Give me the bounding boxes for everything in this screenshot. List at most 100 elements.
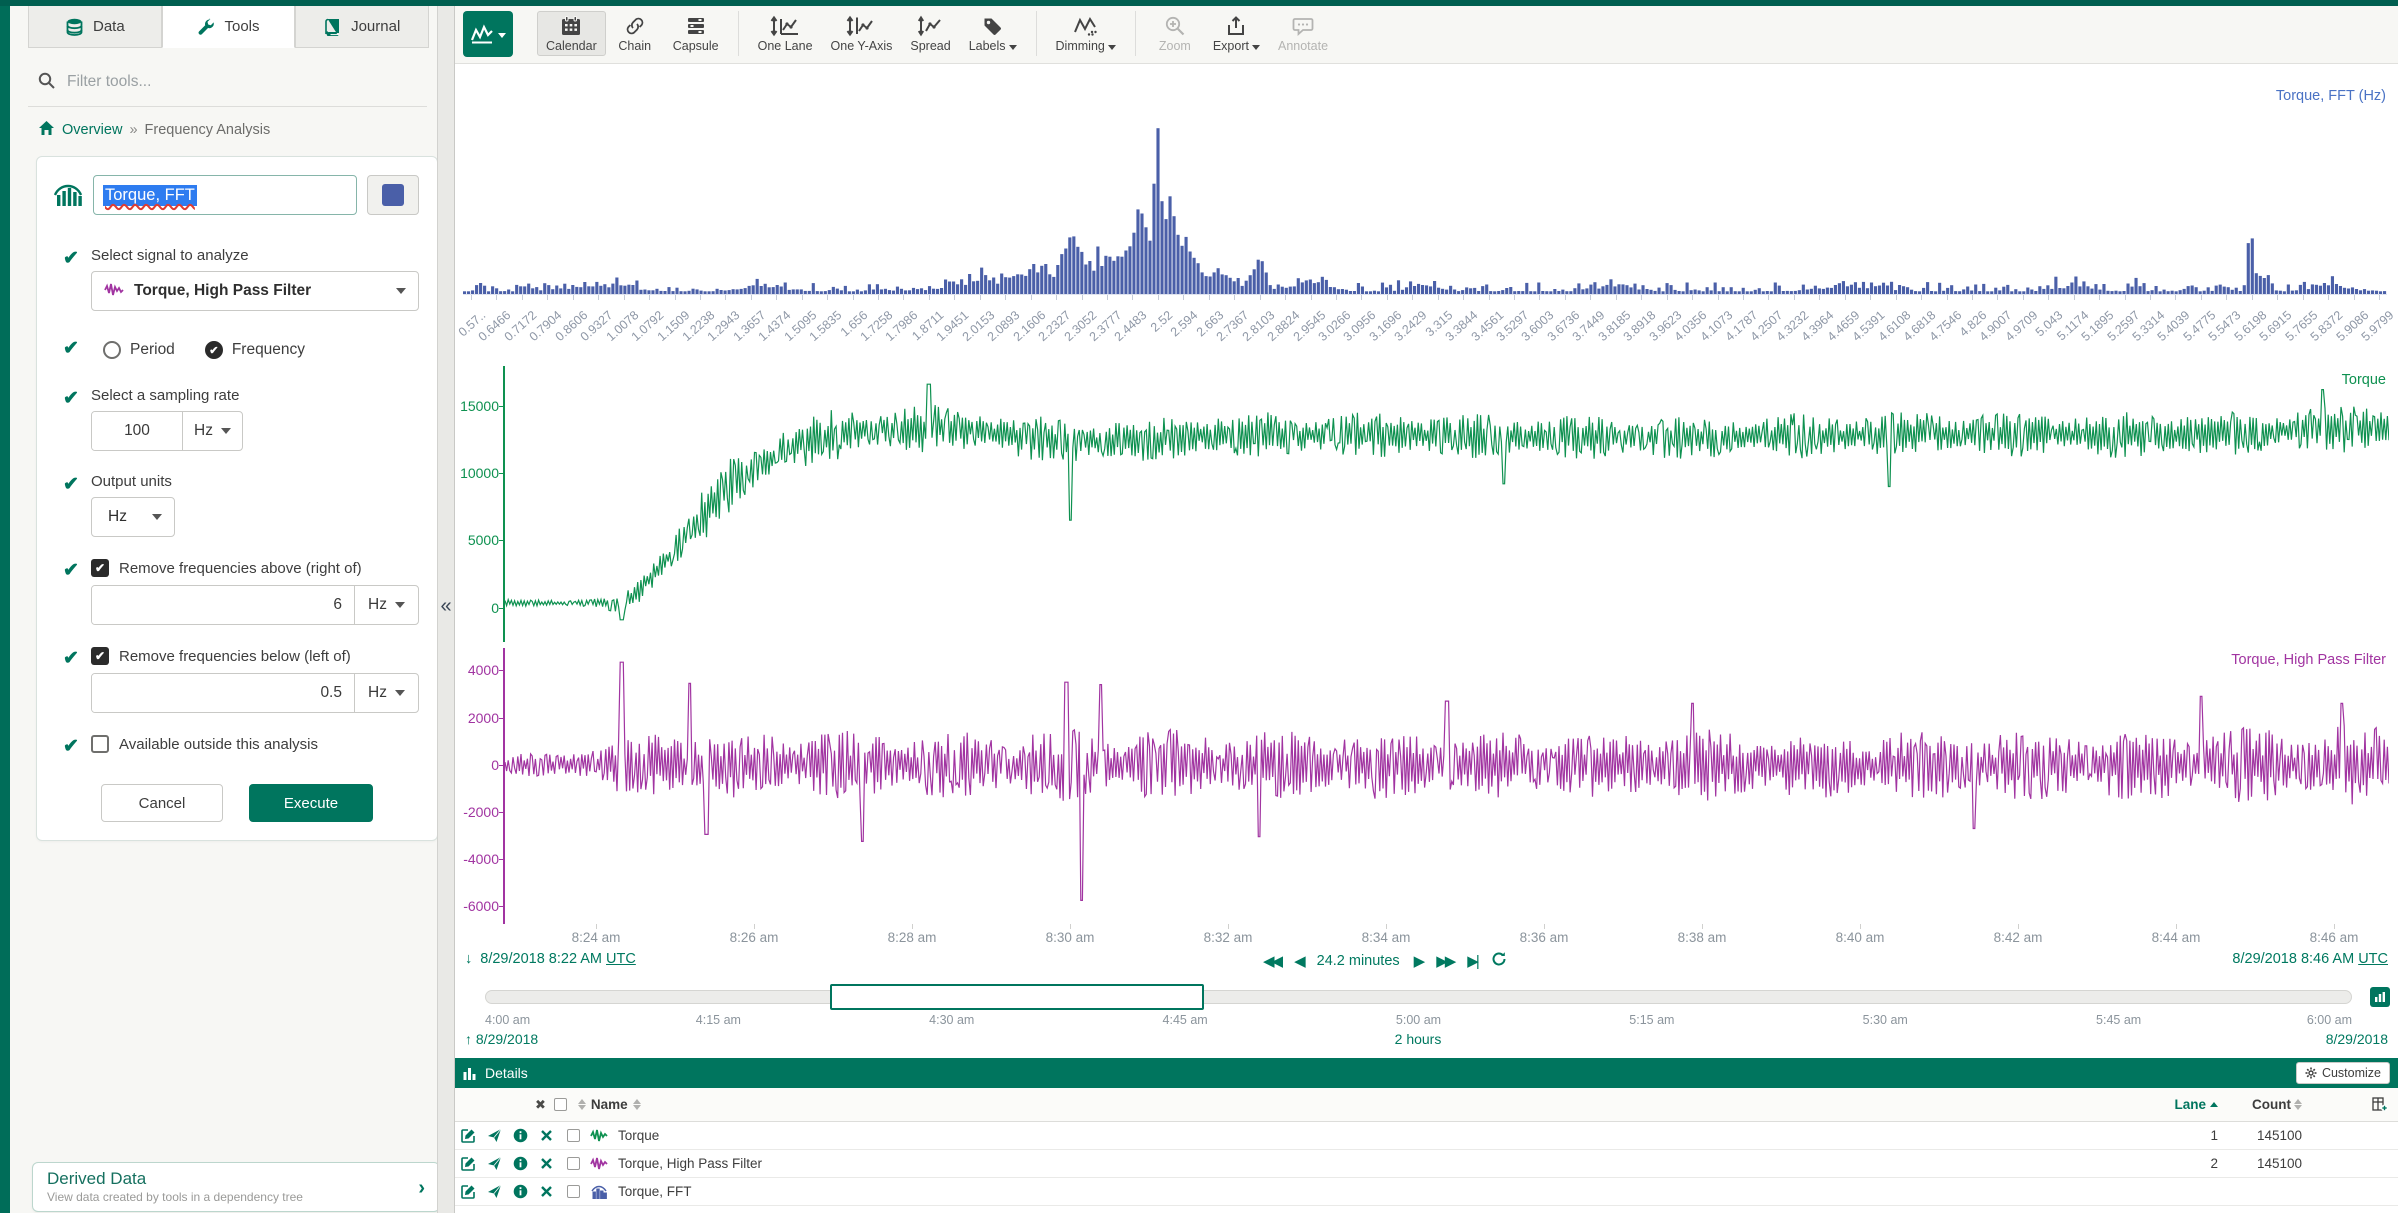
toolbar-labels-button[interactable]: Labels: [960, 11, 1026, 56]
toolbar-capsule-button[interactable]: Capsule: [664, 11, 728, 56]
execute-button[interactable]: Execute: [249, 784, 373, 822]
timeline-date-left[interactable]: ↑ 8/29/2018: [465, 1031, 538, 1047]
x-icon[interactable]: [533, 1129, 559, 1142]
toolbar-annotate-button: Annotate: [1269, 11, 1337, 56]
toolbar-calendar-button[interactable]: Calendar: [537, 11, 606, 56]
timezone-link[interactable]: UTC: [2358, 951, 2388, 967]
bulk-select-checkbox[interactable]: [554, 1098, 567, 1111]
add-column-icon[interactable]: [2372, 1097, 2388, 1112]
column-header-name[interactable]: Name: [591, 1097, 628, 1112]
output-units-select[interactable]: Hz: [91, 497, 175, 537]
x-icon[interactable]: [533, 1185, 559, 1198]
sidebar: DataToolsJournal Overview » Frequency An…: [10, 6, 437, 1213]
signal-select[interactable]: Torque, High Pass Filter: [91, 271, 419, 311]
step-to-end-icon[interactable]: ▶|: [1467, 952, 1476, 970]
plane-icon[interactable]: [481, 1184, 507, 1199]
sort-icon[interactable]: [2294, 1099, 2302, 1110]
info-icon[interactable]: [507, 1128, 533, 1143]
timezone-link[interactable]: UTC: [606, 951, 636, 967]
home-icon[interactable]: [38, 120, 55, 140]
step-forward-icon[interactable]: ▶: [1414, 952, 1423, 970]
chain-icon: [624, 15, 646, 37]
sort-icon[interactable]: [633, 1099, 641, 1110]
toolbar-export-button[interactable]: Export: [1204, 11, 1269, 56]
timeline-date-right[interactable]: 8/29/2018: [2326, 1031, 2388, 1047]
radio-period-circle[interactable]: [103, 341, 121, 359]
row-lane: 2: [2168, 1156, 2218, 1171]
toolbar-chain-button[interactable]: Chain: [606, 11, 664, 56]
bulk-remove-icon[interactable]: ✖: [535, 1097, 546, 1113]
remove-below-unit-select[interactable]: Hz: [354, 674, 418, 712]
table-row[interactable]: Torque1145100: [455, 1122, 2398, 1150]
tab-data[interactable]: Data: [28, 6, 162, 48]
toolbar-one-lane-button[interactable]: One Lane: [749, 11, 822, 56]
toolbar-button-label: Labels: [969, 39, 1017, 53]
remove-above-input[interactable]: [92, 586, 354, 624]
available-outside-checkbox[interactable]: [91, 735, 109, 753]
toolbar-dimming-button[interactable]: Dimming: [1047, 11, 1125, 56]
table-row[interactable]: Torque, FFT: [455, 1178, 2398, 1206]
tab-journal[interactable]: Journal: [295, 6, 429, 48]
radio-frequency-circle[interactable]: ✔: [205, 341, 223, 359]
refresh-icon[interactable]: [1491, 951, 1507, 971]
plane-icon[interactable]: [481, 1156, 507, 1171]
column-header-lane[interactable]: Lane: [2174, 1097, 2206, 1112]
column-header-count[interactable]: Count: [2252, 1097, 2291, 1112]
fft-bar-chart[interactable]: [463, 72, 2387, 294]
sort-icon[interactable]: [578, 1099, 586, 1110]
result-name-input[interactable]: Torque, FFT: [93, 175, 357, 215]
range-end[interactable]: 8/29/2018 8:46 AM UTC: [2232, 951, 2388, 967]
step-back-fast-icon[interactable]: ◀◀: [1263, 952, 1280, 970]
cancel-button[interactable]: Cancel: [101, 784, 223, 822]
range-duration[interactable]: 24.2 minutes: [1317, 953, 1400, 969]
derived-data-panel[interactable]: Derived Data View data created by tools …: [32, 1162, 440, 1212]
breadcrumb-overview-link[interactable]: Overview: [62, 122, 122, 138]
remove-above-unit-select[interactable]: Hz: [354, 586, 418, 624]
filter-tools-search[interactable]: [38, 64, 417, 100]
row-name[interactable]: Torque, High Pass Filter: [618, 1156, 2168, 1171]
sampling-unit-select[interactable]: Hz: [182, 412, 242, 450]
step-forward-fast-icon[interactable]: ▶▶: [1436, 952, 1453, 970]
color-swatch-button[interactable]: [367, 175, 419, 215]
plane-icon[interactable]: [481, 1128, 507, 1143]
sampling-rate-input[interactable]: [92, 412, 182, 450]
tab-tools[interactable]: Tools: [162, 6, 296, 48]
torque-y-tick-label: 5000: [455, 532, 499, 548]
collapse-sidebar-icon[interactable]: «: [437, 0, 455, 1213]
hpf-line-chart[interactable]: [505, 648, 2389, 924]
toolbar-spread-button[interactable]: Spread: [901, 11, 959, 56]
timeline-chart-icon[interactable]: [2370, 987, 2390, 1007]
row-checkbox[interactable]: [567, 1129, 580, 1142]
radio-frequency[interactable]: ✔ Frequency: [205, 341, 305, 359]
edit-icon[interactable]: [455, 1128, 481, 1143]
torque-y-tick: [499, 608, 504, 609]
info-icon[interactable]: [507, 1156, 533, 1171]
customize-button[interactable]: Customize: [2296, 1062, 2390, 1084]
row-checkbox[interactable]: [567, 1185, 580, 1198]
view-mode-button[interactable]: [463, 11, 513, 57]
step-back-icon[interactable]: ◀: [1294, 952, 1303, 970]
torque-line-chart[interactable]: [505, 366, 2389, 642]
row-checkbox[interactable]: [567, 1157, 580, 1170]
edit-icon[interactable]: [455, 1184, 481, 1199]
arrow-down-icon[interactable]: ↓: [465, 951, 472, 967]
fft-tick: [776, 295, 777, 300]
fft-tick: [2354, 295, 2355, 300]
toolbar-one-y-axis-button[interactable]: One Y-Axis: [822, 11, 902, 56]
row-name[interactable]: Torque: [618, 1128, 2168, 1143]
timeline-tick-labels: 4:00 am4:15 am4:30 am4:45 am5:00 am5:15 …: [455, 1013, 2398, 1029]
row-name[interactable]: Torque, FFT: [618, 1184, 2168, 1199]
table-row[interactable]: Torque, High Pass Filter2145100: [455, 1150, 2398, 1178]
remove-below-input[interactable]: [92, 674, 354, 712]
radio-period[interactable]: Period: [103, 341, 175, 359]
remove-above-checkbox[interactable]: ✔: [91, 559, 109, 577]
x-icon[interactable]: [533, 1157, 559, 1170]
timeline-selection-window[interactable]: [830, 984, 1203, 1010]
remove-below-checkbox[interactable]: ✔: [91, 647, 109, 665]
filter-tools-input[interactable]: [67, 73, 417, 91]
range-start[interactable]: 8/29/2018 8:22 AM UTC: [480, 951, 636, 967]
edit-icon[interactable]: [455, 1156, 481, 1171]
info-icon[interactable]: [507, 1184, 533, 1199]
timeline-track[interactable]: [485, 990, 2352, 1004]
hpf-chart-title: Torque, High Pass Filter: [2231, 652, 2386, 668]
